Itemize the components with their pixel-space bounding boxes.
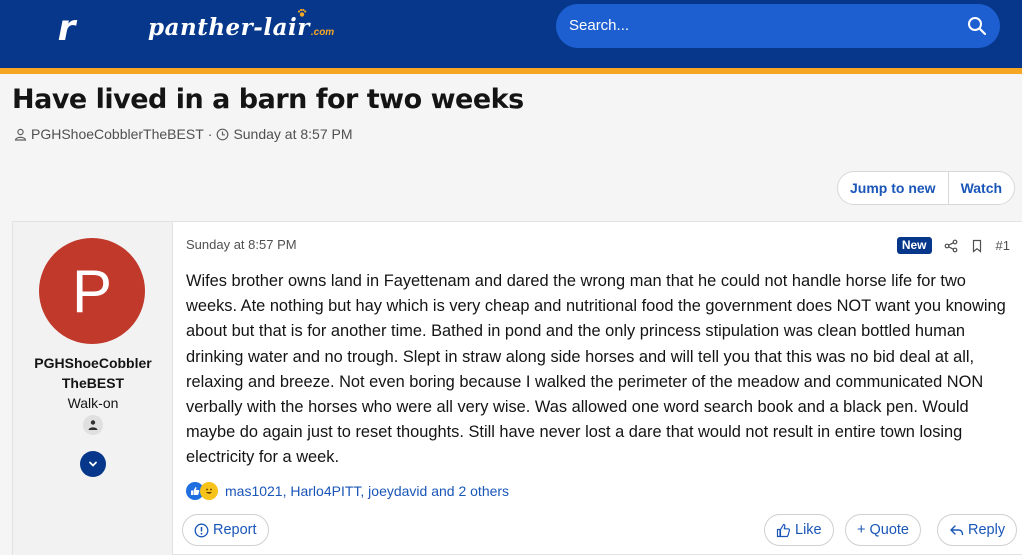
- report-button[interactable]: Report: [182, 514, 269, 546]
- clock-icon: [217, 128, 229, 140]
- search-icon[interactable]: [967, 16, 987, 36]
- new-badge: New: [896, 237, 932, 254]
- reply-label: Reply: [968, 522, 1006, 538]
- thread-action-buttons: Jump to new Watch: [837, 171, 1016, 205]
- user-icon: [14, 128, 27, 141]
- search-input[interactable]: Search...: [569, 17, 629, 34]
- report-label: Report: [213, 522, 257, 538]
- haha-reaction-icon: [200, 482, 218, 500]
- post-card: P PGHShoeCobbler TheBEST Walk-on Sunday …: [12, 221, 1022, 555]
- reactions-list[interactable]: mas1021, Harlo4PITT, joeydavid and 2 oth…: [225, 483, 509, 499]
- meta-separator: ·: [207, 126, 213, 142]
- avatar-letter: P: [71, 257, 113, 325]
- thread-meta: PGHShoeCobblerTheBEST · Sunday at 8:57 P…: [14, 126, 353, 142]
- search-bar[interactable]: Search...: [556, 4, 1000, 48]
- reactions-bar[interactable]: mas1021, Harlo4PITT, joeydavid and 2 oth…: [186, 482, 509, 500]
- username-line-1: PGHShoeCobbler: [34, 355, 152, 371]
- expand-user-chevron-icon[interactable]: [80, 451, 106, 477]
- avatar[interactable]: P: [39, 238, 145, 344]
- reaction-icons: [186, 482, 218, 500]
- like-label: Like: [795, 522, 822, 538]
- reply-button[interactable]: Reply: [937, 514, 1018, 546]
- share-icon[interactable]: [944, 239, 958, 253]
- thumbs-up-icon: [776, 523, 791, 537]
- quote-label: + Quote: [857, 522, 909, 538]
- jump-to-new-button[interactable]: Jump to new: [838, 172, 948, 204]
- site-header: r panther-lair .com Search...: [0, 0, 1022, 68]
- like-button[interactable]: Like: [764, 514, 834, 546]
- brand-name: panther-lair: [148, 14, 310, 41]
- report-icon: [194, 523, 209, 537]
- thread-author[interactable]: PGHShoeCobblerTheBEST: [31, 126, 204, 142]
- site-logo-icon[interactable]: r: [46, 7, 86, 49]
- logo-letter: r: [57, 7, 76, 49]
- accent-stripe: [0, 68, 1022, 74]
- bookmark-icon[interactable]: [970, 239, 984, 253]
- username-line-2: TheBEST: [61, 375, 125, 391]
- quote-button[interactable]: + Quote: [845, 514, 921, 546]
- watch-button[interactable]: Watch: [949, 172, 1014, 204]
- post-body: Wifes brother owns land in Fayettenam an…: [186, 272, 1006, 467]
- post-user-panel: P PGHShoeCobbler TheBEST Walk-on: [13, 222, 173, 555]
- username[interactable]: PGHShoeCobbler TheBEST: [13, 353, 173, 393]
- user-badge-icon[interactable]: [83, 415, 103, 435]
- post-number[interactable]: #1: [996, 238, 1010, 253]
- user-title: Walk-on: [67, 395, 119, 411]
- thread-start-date[interactable]: Sunday at 8:57 PM: [233, 126, 352, 142]
- brand-logo[interactable]: panther-lair .com: [148, 8, 335, 44]
- thread-title: Have lived in a barn for two weeks: [12, 84, 524, 115]
- post-date[interactable]: Sunday at 8:57 PM: [186, 237, 297, 252]
- post-header-actions: New #1: [896, 237, 1010, 254]
- paw-icon: [297, 8, 307, 17]
- brand-suffix: .com: [310, 27, 335, 38]
- reply-arrow-icon: [950, 524, 964, 535]
